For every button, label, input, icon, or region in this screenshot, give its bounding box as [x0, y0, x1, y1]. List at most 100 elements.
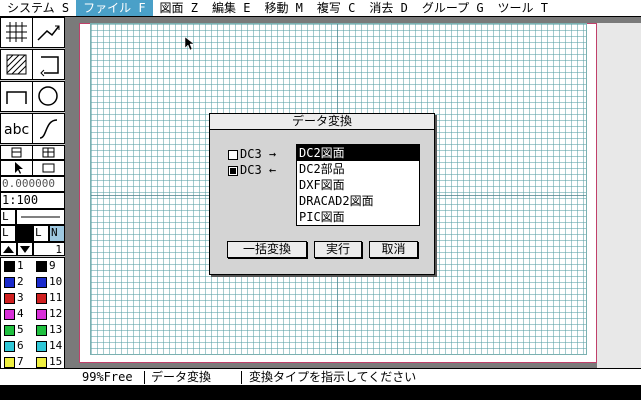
table-tool-button[interactable]	[32, 145, 65, 160]
svg-text:abc: abc	[4, 122, 29, 138]
menu-item-8[interactable]: ツール T	[491, 0, 555, 16]
color-number: 5	[17, 323, 24, 336]
color-option[interactable]: 11	[35, 290, 65, 306]
scale-readout[interactable]: 1:100	[0, 192, 65, 209]
color-option[interactable]: 10	[35, 274, 65, 290]
triangle-up-icon	[3, 246, 14, 253]
status-divider	[241, 371, 242, 384]
line-layer-label: L	[0, 225, 16, 242]
menu-item-6[interactable]: 消去 D	[362, 0, 414, 16]
color-swatch	[36, 309, 47, 320]
color-number: 9	[49, 259, 56, 272]
menu-item-4[interactable]: 移動 M	[257, 0, 309, 16]
page-up-button[interactable]	[0, 242, 17, 256]
execute-button[interactable]: 実行	[314, 241, 362, 258]
prompt-message: 変換タイプを指示してください	[249, 370, 417, 384]
text-tool-button[interactable]: abc	[0, 113, 33, 144]
color-swatch	[4, 341, 15, 352]
radio-export[interactable]: DC3 ←	[228, 162, 276, 178]
color-number: 1	[17, 259, 24, 272]
window-tool-button[interactable]	[32, 160, 65, 176]
polyline-icon	[37, 25, 60, 41]
text-icon: abc	[4, 122, 29, 138]
page-down-button[interactable]	[17, 242, 33, 256]
memory-status: 99%Free	[82, 370, 133, 384]
menu-bar: システム S ファイル F 図面 Z 編集 E 移動 M 複写 C 消去 D グループ G ツー…	[0, 0, 641, 17]
circle-tool-button[interactable]	[32, 81, 65, 112]
color-swatch	[36, 293, 47, 304]
color-number: 2	[17, 275, 24, 288]
layer-n-toggle[interactable]: N	[49, 225, 65, 242]
menu-item-0[interactable]: システム S	[0, 0, 76, 16]
layer-l-toggle[interactable]: L	[33, 225, 49, 242]
line-type-selector[interactable]	[16, 209, 65, 225]
data-conversion-dialog: データ変換 DC3 → DC3 ← DC2図面 DC2部品 DXF図面 DRACAD2…	[209, 113, 435, 275]
color-swatch	[36, 325, 47, 336]
tool-palette: abc 0.000000 1:100 L L L N 1 1 9 2 10 3 …	[0, 17, 65, 385]
color-option[interactable]: 9	[35, 258, 65, 274]
screen-bottom-edge	[0, 385, 641, 400]
current-color-swatch[interactable]	[16, 225, 33, 242]
select-tool-button[interactable]	[0, 160, 33, 176]
conversion-type-item[interactable]: PIC図面	[297, 209, 419, 225]
radio-import[interactable]: DC3 →	[228, 146, 276, 162]
color-option[interactable]: 12	[35, 306, 65, 322]
coordinate-readout: 0.000000	[0, 176, 65, 192]
conversion-type-item[interactable]: DRACAD2図面	[297, 193, 419, 209]
print-tool-button[interactable]	[0, 145, 33, 160]
polyline-tool-button[interactable]	[32, 17, 65, 48]
arrow-cursor-icon	[15, 162, 23, 174]
color-swatch	[4, 293, 15, 304]
color-swatch	[36, 341, 47, 352]
conversion-type-item[interactable]: DC2部品	[297, 161, 419, 177]
color-palette: 19210311412513614715816	[0, 257, 65, 385]
color-number: 14	[49, 339, 63, 352]
status-divider	[144, 371, 145, 384]
menu-item-1[interactable]: ファイル F	[76, 0, 153, 16]
color-number: 3	[17, 291, 24, 304]
color-option[interactable]: 6	[3, 338, 33, 354]
color-option[interactable]: 1	[3, 258, 33, 274]
color-swatch	[36, 261, 47, 272]
color-swatch	[4, 357, 15, 368]
color-number: 6	[17, 339, 24, 352]
color-swatch	[4, 261, 15, 272]
page-number: 1	[33, 242, 65, 256]
menu-item-2[interactable]: 図面 Z	[153, 0, 205, 16]
dialog-title: データ変換	[210, 114, 434, 130]
conversion-type-item[interactable]: DC2図面	[297, 145, 419, 161]
batch-convert-button[interactable]: 一括変換	[227, 241, 307, 258]
dimension-tool-button[interactable]	[0, 81, 33, 112]
conversion-type-item[interactable]: DXF図面	[297, 177, 419, 193]
rectangle-tool-button[interactable]	[32, 49, 65, 80]
grid-icon	[6, 22, 27, 42]
color-number: 12	[49, 307, 63, 320]
status-bar: 99%Free データ変換 変換タイプを指示してください	[0, 368, 641, 386]
dimension-icon	[6, 91, 27, 104]
color-swatch	[4, 277, 15, 288]
mode-status: データ変換	[151, 370, 212, 384]
color-swatch	[36, 277, 47, 288]
curve-icon	[39, 119, 58, 139]
curve-tool-button[interactable]	[32, 113, 65, 144]
color-option[interactable]: 5	[3, 322, 33, 338]
radio-import-box[interactable]	[228, 149, 238, 160]
radio-export-box[interactable]	[228, 165, 238, 176]
color-option[interactable]: 14	[35, 338, 65, 354]
printer-icon	[11, 147, 22, 158]
color-option[interactable]: 4	[3, 306, 33, 322]
hatch-tool-button[interactable]	[0, 49, 33, 80]
color-option[interactable]: 2	[3, 274, 33, 290]
radio-import-label: DC3 →	[240, 147, 277, 161]
conversion-type-list[interactable]: DC2図面 DC2部品 DXF図面 DRACAD2図面 PIC図面	[296, 144, 420, 226]
menu-item-3[interactable]: 編集 E	[205, 0, 257, 16]
layer-label: L	[0, 209, 16, 225]
grid-tool-button[interactable]	[0, 17, 33, 48]
color-option[interactable]: 3	[3, 290, 33, 306]
color-swatch	[36, 357, 47, 368]
radio-export-label: DC3 ←	[240, 163, 277, 177]
cancel-button[interactable]: 取消	[369, 241, 418, 258]
menu-item-7[interactable]: グループ G	[415, 0, 491, 16]
menu-item-5[interactable]: 複写 C	[310, 0, 362, 16]
color-option[interactable]: 13	[35, 322, 65, 338]
